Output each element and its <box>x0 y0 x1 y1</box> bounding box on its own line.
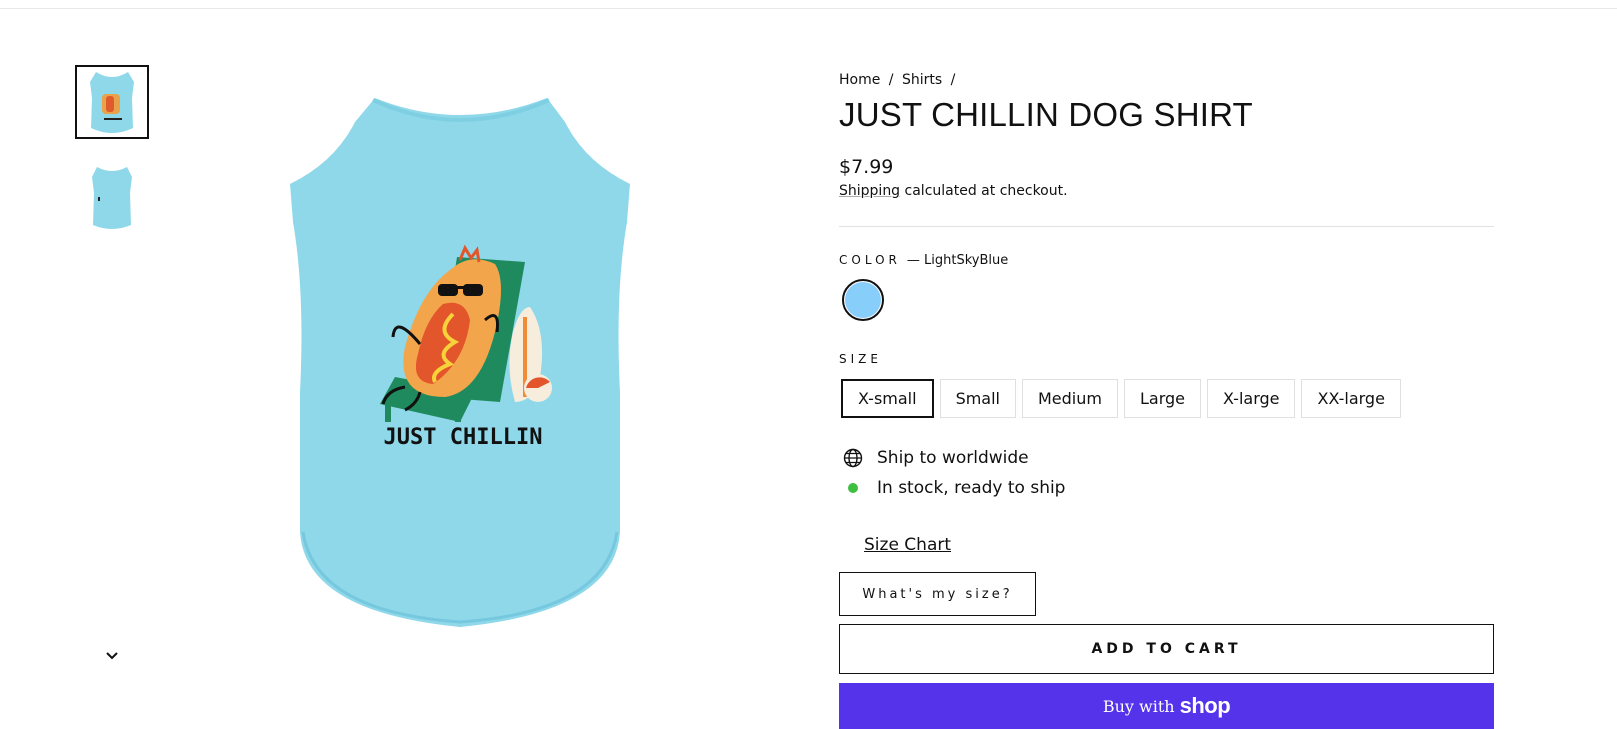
product-title: JUST CHILLIN DOG SHIRT <box>839 96 1253 133</box>
color-swatch-lightskyblue[interactable] <box>842 279 884 321</box>
thumbnail-back[interactable] <box>75 160 149 234</box>
chevron-down-icon[interactable] <box>102 648 122 662</box>
breadcrumb-shirts[interactable]: Shirts <box>902 72 942 88</box>
shirt-print-text: JUST CHILLIN <box>384 425 543 450</box>
shipping-link[interactable]: Shipping <box>839 183 900 199</box>
whats-my-size-button[interactable]: What's my size? <box>839 572 1036 616</box>
thumbnail-front[interactable] <box>75 65 149 139</box>
ship-worldwide-text: Ship to worldwide <box>877 448 1029 468</box>
size-option-x-large[interactable]: X-large <box>1207 379 1296 418</box>
shipping-note-text: calculated at checkout. <box>900 183 1068 199</box>
stock-status-text: In stock, ready to ship <box>877 478 1066 498</box>
header-divider <box>0 8 1617 9</box>
ship-worldwide-info: Ship to worldwide <box>843 448 1029 468</box>
globe-icon <box>843 448 863 468</box>
stock-indicator-icon <box>843 478 863 498</box>
info-divider <box>839 226 1494 227</box>
breadcrumb-home[interactable]: Home <box>839 72 880 88</box>
size-option-xx-large[interactable]: XX-large <box>1301 379 1401 418</box>
buy-with-text: Buy with <box>1102 696 1175 716</box>
add-to-cart-button[interactable]: ADD TO CART <box>839 624 1494 674</box>
size-chart-link[interactable]: Size Chart <box>864 535 951 555</box>
size-option-label: Size <box>839 352 882 366</box>
size-options: X-small Small Medium Large X-large XX-large <box>841 379 1401 418</box>
stock-status: In stock, ready to ship <box>843 478 1065 498</box>
color-option-label: Color — LightSkyBlue <box>839 253 1008 268</box>
size-option-small[interactable]: Small <box>939 379 1016 418</box>
breadcrumb-separator: / <box>888 72 894 88</box>
shipping-note: Shipping calculated at checkout. <box>839 183 1068 199</box>
size-option-medium[interactable]: Medium <box>1022 379 1118 418</box>
swatch-fill <box>845 282 881 318</box>
breadcrumb: Home / Shirts / <box>839 72 959 88</box>
shop-logo: shop <box>1179 693 1231 718</box>
thumbnail-back-image <box>92 167 132 229</box>
thumbnail-front-image <box>90 72 134 133</box>
product-price: $7.99 <box>839 156 894 178</box>
breadcrumb-separator: / <box>950 72 956 88</box>
size-option-x-small[interactable]: X-small <box>841 379 934 418</box>
buy-with-shop-button[interactable]: Buy with shop <box>839 683 1494 729</box>
color-label-text: Color <box>839 253 901 267</box>
size-option-large[interactable]: Large <box>1123 379 1201 418</box>
product-image: JUST CHILLIN <box>290 98 630 627</box>
color-selected-value: — LightSkyBlue <box>906 253 1009 268</box>
